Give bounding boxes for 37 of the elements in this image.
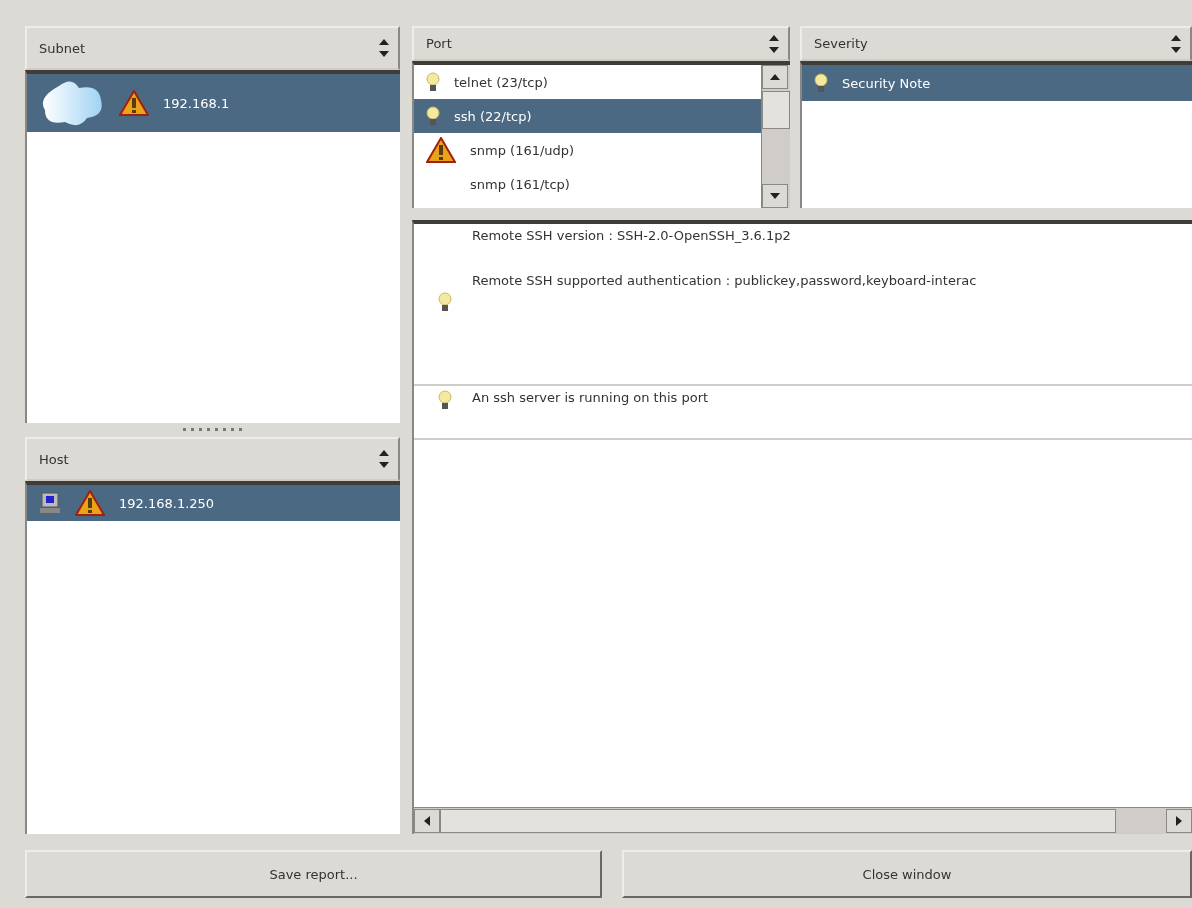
detail-text: An ssh server is running on this port [472,390,709,405]
column-header[interactable]: Severity [800,26,1192,62]
list-row[interactable]: snmp (161/tcp) [414,167,761,202]
left-arrow-icon[interactable] [424,816,430,826]
vertical-scrollbar[interactable] [761,65,790,208]
row-label: ssh (22/tcp) [454,108,532,124]
sort-arrows-icon[interactable] [378,37,390,59]
list-row[interactable]: telnet (23/tcp) [414,65,761,100]
horizontal-scrollbar[interactable] [414,807,1192,834]
detail-text: Remote SSH version : SSH-2.0-OpenSSH_3.6.1p2 [472,228,792,243]
column-header[interactable]: Host [25,437,400,481]
row-label: snmp (161/tcp) [470,176,570,192]
sort-arrows-icon[interactable] [378,448,390,470]
row-label: Security Note [842,75,931,91]
list-row[interactable]: ssh (22/tcp) [414,99,761,134]
list-row[interactable]: 192.168.1.250 [27,485,400,521]
header-label: Subnet [39,40,86,56]
list-row[interactable]: 192.168.1 [27,74,400,132]
row-label: 192.168.1.250 [119,495,215,511]
column-header[interactable]: Subnet [25,26,400,70]
row-label: snmp (161/udp) [470,142,575,158]
up-arrow-icon[interactable] [770,74,780,81]
computer-icon [39,492,61,514]
header-label: Host [39,451,69,467]
list-row[interactable]: snmp (161/udp) [414,133,761,168]
close-window-button[interactable]: Close window [622,850,1192,898]
splitter-grip-icon[interactable] [182,428,243,432]
row-label: telnet (23/tcp) [454,74,548,90]
right-arrow-icon[interactable] [1176,816,1182,826]
detail-text: Remote SSH supported authentication : publickey,password,keyboard-interac [472,273,977,288]
save-report-button[interactable]: Save report... [25,850,602,898]
down-arrow-icon[interactable] [770,193,780,199]
row-label: 192.168.1 [163,95,230,111]
column-header[interactable]: Port [412,26,790,62]
list-row[interactable]: Security Note [802,65,1192,102]
header-label: Severity [814,36,868,52]
header-label: Port [426,36,452,52]
